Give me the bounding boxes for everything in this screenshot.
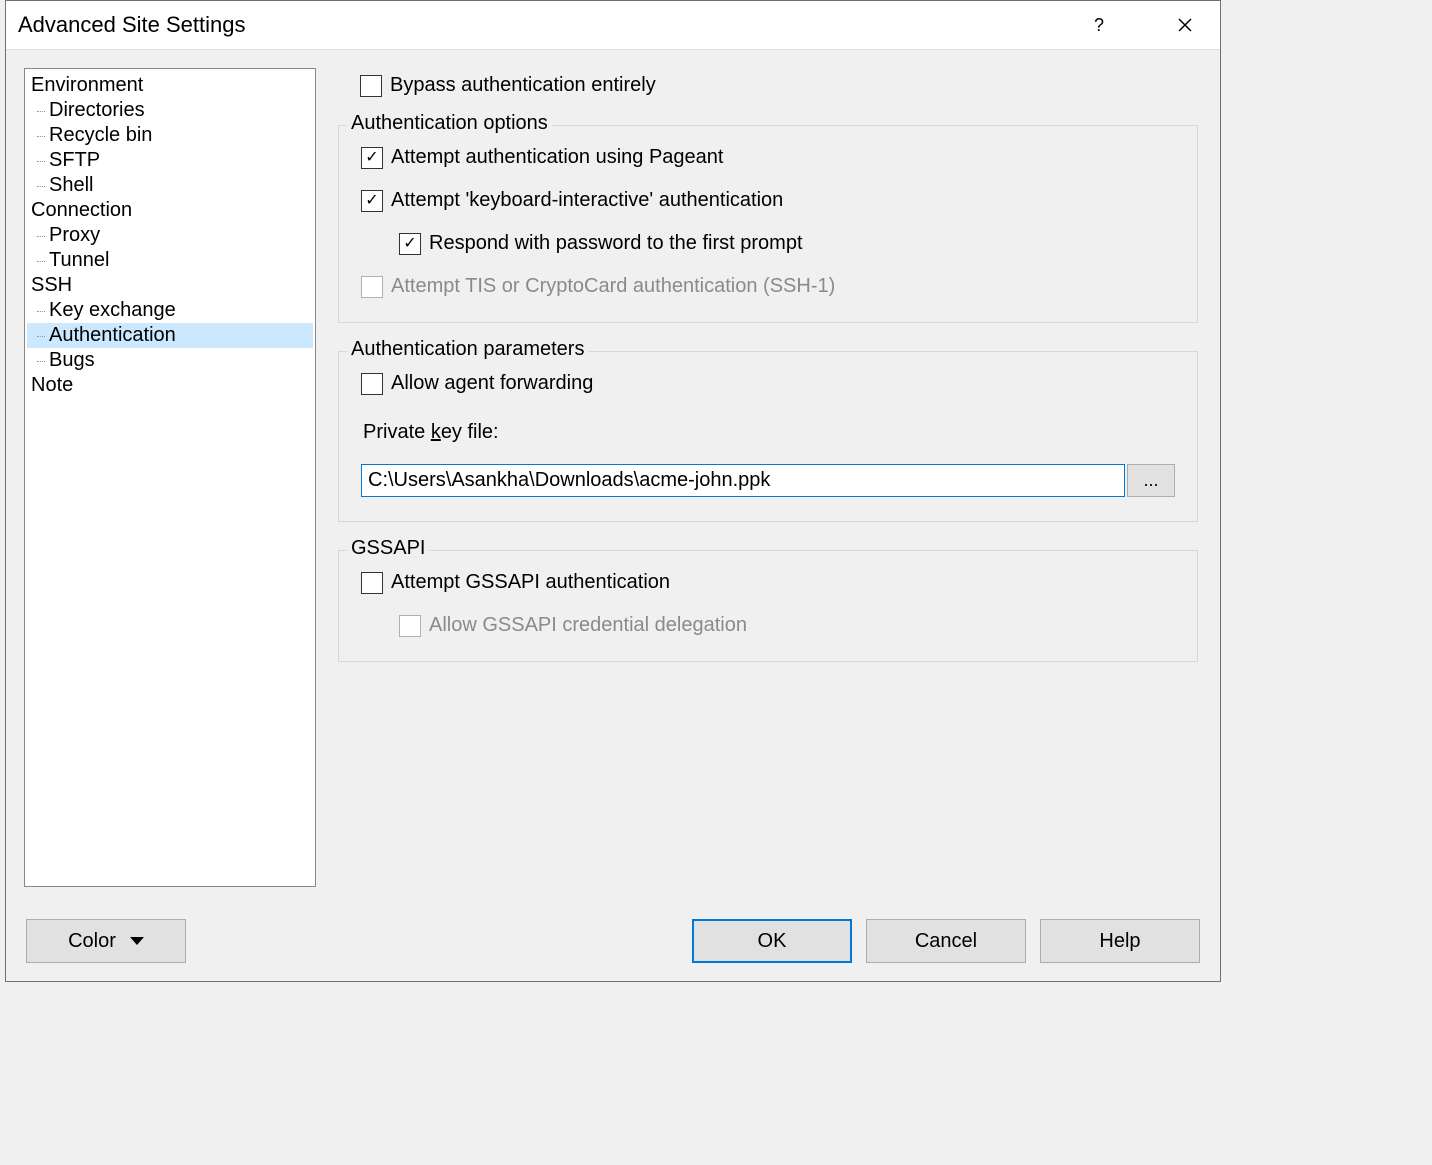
tree-item-sftp[interactable]: SFTP — [27, 148, 313, 173]
checkbox-label: Allow agent forwarding — [391, 372, 593, 395]
tree-item-bugs[interactable]: Bugs — [27, 348, 313, 373]
tree-item-directories[interactable]: Directories — [27, 98, 313, 123]
tis-checkbox: Attempt TIS or CryptoCard authentication… — [361, 275, 1175, 298]
tree-item-note[interactable]: Note — [27, 373, 313, 398]
label-part: ey file: — [441, 421, 499, 443]
checkbox-icon — [360, 75, 382, 97]
checkbox-label: Respond with password to the first promp… — [429, 232, 803, 255]
tree-item-shell[interactable]: Shell — [27, 173, 313, 198]
color-button[interactable]: Color — [26, 919, 186, 963]
checkbox-label: Attempt TIS or CryptoCard authentication… — [391, 275, 835, 298]
auth-options-group: Authentication options Attempt authentic… — [338, 125, 1198, 323]
auth-params-group: Authentication parameters Allow agent fo… — [338, 351, 1198, 522]
checkbox-icon — [361, 373, 383, 395]
checkbox-icon — [399, 233, 421, 255]
tree-item-key-exchange[interactable]: Key exchange — [27, 298, 313, 323]
checkbox-icon — [399, 615, 421, 637]
gssapi-attempt-checkbox[interactable]: Attempt GSSAPI authentication — [361, 571, 1175, 594]
settings-tree[interactable]: EnvironmentDirectoriesRecycle binSFTPShe… — [24, 68, 316, 887]
tree-item-connection[interactable]: Connection — [27, 198, 313, 223]
dialog-title: Advanced Site Settings — [18, 12, 1036, 38]
pageant-checkbox[interactable]: Attempt authentication using Pageant — [361, 146, 1175, 169]
button-label: Help — [1099, 930, 1140, 953]
settings-panel: Bypass authentication entirely Authentic… — [334, 68, 1202, 887]
cancel-button[interactable]: Cancel — [866, 919, 1026, 963]
group-title: Authentication options — [347, 112, 552, 135]
checkbox-label: Attempt 'keyboard-interactive' authentic… — [391, 189, 783, 212]
browse-button[interactable]: ... — [1127, 464, 1175, 497]
group-title: Authentication parameters — [347, 338, 588, 361]
private-key-label: Private key file: — [361, 421, 1175, 444]
advanced-settings-dialog: Advanced Site Settings ? EnvironmentDire… — [5, 0, 1221, 982]
button-label: OK — [758, 930, 787, 953]
checkbox-icon — [361, 276, 383, 298]
tree-item-environment[interactable]: Environment — [27, 73, 313, 98]
help-button[interactable]: Help — [1040, 919, 1200, 963]
tree-item-ssh[interactable]: SSH — [27, 273, 313, 298]
help-icon[interactable]: ? — [1076, 9, 1122, 41]
close-icon[interactable] — [1162, 9, 1208, 41]
checkbox-icon — [361, 147, 383, 169]
agent-forwarding-checkbox[interactable]: Allow agent forwarding — [361, 372, 1175, 395]
checkbox-label: Allow GSSAPI credential delegation — [429, 614, 747, 637]
checkbox-icon — [361, 190, 383, 212]
checkbox-icon — [361, 572, 383, 594]
label-part: Private — [363, 421, 431, 443]
bypass-auth-checkbox[interactable]: Bypass authentication entirely — [338, 74, 1198, 97]
checkbox-label: Attempt GSSAPI authentication — [391, 571, 670, 594]
label-accel: k — [431, 421, 441, 443]
dialog-body: EnvironmentDirectoriesRecycle binSFTPShe… — [6, 50, 1220, 905]
group-title: GSSAPI — [347, 537, 429, 560]
keyboard-interactive-checkbox[interactable]: Attempt 'keyboard-interactive' authentic… — [361, 189, 1175, 212]
tree-item-recycle-bin[interactable]: Recycle bin — [27, 123, 313, 148]
button-label: Cancel — [915, 930, 977, 953]
tree-item-tunnel[interactable]: Tunnel — [27, 248, 313, 273]
tree-item-authentication[interactable]: Authentication — [27, 323, 313, 348]
dialog-footer: Color OK Cancel Help — [6, 905, 1220, 981]
chevron-down-icon — [130, 937, 144, 945]
checkbox-label: Bypass authentication entirely — [390, 74, 656, 97]
private-key-input[interactable] — [361, 464, 1125, 497]
title-bar: Advanced Site Settings ? — [6, 1, 1220, 50]
respond-password-checkbox[interactable]: Respond with password to the first promp… — [361, 232, 1175, 255]
button-label: Color — [68, 930, 116, 953]
checkbox-label: Attempt authentication using Pageant — [391, 146, 723, 169]
gssapi-delegate-checkbox: Allow GSSAPI credential delegation — [361, 614, 1175, 637]
gssapi-group: GSSAPI Attempt GSSAPI authentication All… — [338, 550, 1198, 662]
ok-button[interactable]: OK — [692, 919, 852, 963]
tree-item-proxy[interactable]: Proxy — [27, 223, 313, 248]
